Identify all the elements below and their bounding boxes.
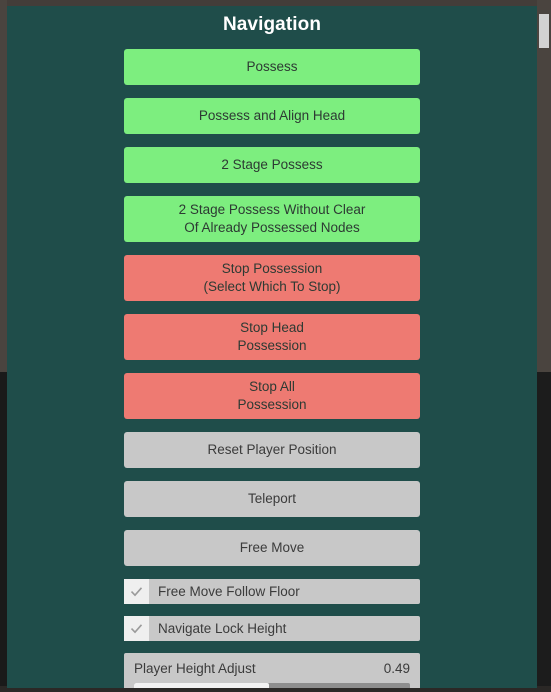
slider-label: Player Height Adjust bbox=[134, 660, 256, 676]
action-button-reset-player-position[interactable]: Reset Player Position bbox=[124, 431, 420, 468]
checkbox-row-navigate-lock-height[interactable]: Navigate Lock Height bbox=[124, 615, 420, 641]
check-icon[interactable] bbox=[124, 615, 149, 641]
page-title: Navigation bbox=[222, 14, 322, 35]
player-height-adjust-card: Player Height Adjust 0.49 bbox=[124, 652, 420, 688]
checkbox-row-free-move-follow-floor[interactable]: Free Move Follow Floor bbox=[124, 578, 420, 604]
action-button-stop-all-possession[interactable]: Stop All Possession bbox=[124, 372, 420, 419]
application-window: Navigation Possess Possess and Align Head… bbox=[0, 0, 551, 692]
scrollbar-track[interactable] bbox=[539, 6, 550, 688]
slider-fill bbox=[134, 682, 270, 688]
action-button-possess-and-align-head[interactable]: Possess and Align Head bbox=[124, 98, 420, 134]
slider-value: 0.49 bbox=[383, 660, 410, 676]
action-button-stop-possession-select-which-to-stop[interactable]: Stop Possession (Select Which To Stop) bbox=[124, 254, 420, 301]
slider-header: Player Height Adjust 0.49 bbox=[134, 661, 410, 676]
action-button-2-stage-possess[interactable]: 2 Stage Possess bbox=[124, 147, 420, 183]
action-button-possess[interactable]: Possess bbox=[124, 49, 420, 85]
action-button-list: Possess Possess and Align Head 2 Stage Pos… bbox=[7, 49, 537, 579]
checkbox-label: Navigate Lock Height bbox=[158, 620, 287, 636]
window-chrome-left-lower bbox=[0, 372, 7, 692]
navigation-panel: Navigation Possess Possess and Align Head… bbox=[7, 6, 537, 688]
checkbox-label: Free Move Follow Floor bbox=[158, 583, 300, 599]
check-icon[interactable] bbox=[124, 578, 149, 604]
slider-section: Player Height Adjust 0.49 -1-.1-.010+.01… bbox=[7, 652, 537, 688]
scrollbar-thumb[interactable] bbox=[539, 14, 549, 48]
action-button-free-move[interactable]: Free Move bbox=[124, 529, 420, 566]
checkbox-list: Free Move Follow Floor Navigate Lock Heig… bbox=[7, 578, 537, 653]
action-button-teleport[interactable]: Teleport bbox=[124, 480, 420, 517]
player-height-slider[interactable] bbox=[134, 682, 410, 688]
action-button-stop-head-possession[interactable]: Stop Head Possession bbox=[124, 313, 420, 360]
action-button-2-stage-possess-without-clear-of-already-possessed-nodes[interactable]: 2 Stage Possess Without Clear Of Already… bbox=[124, 196, 420, 242]
